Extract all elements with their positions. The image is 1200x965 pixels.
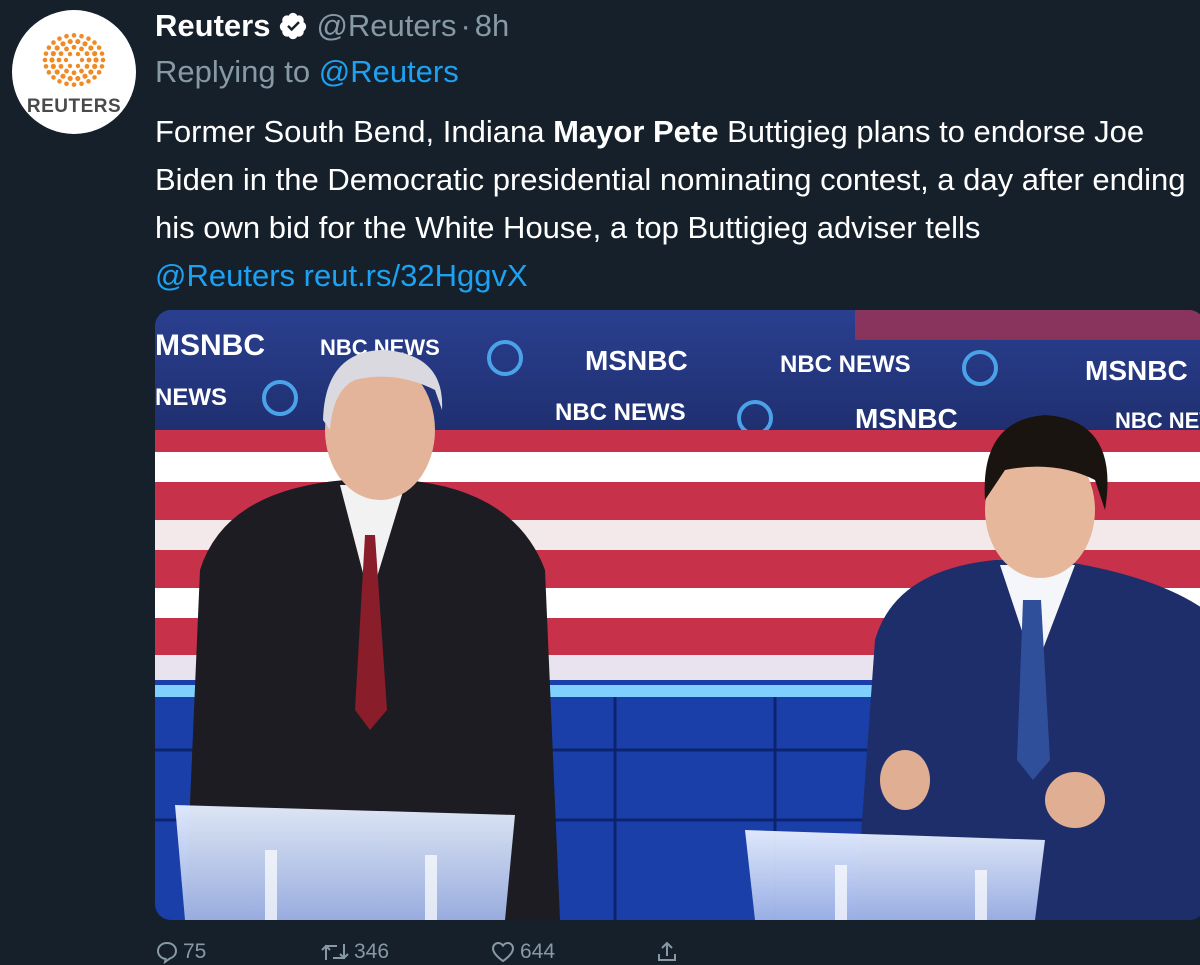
logo-dot: [84, 51, 90, 57]
logo-dot: [96, 45, 102, 50]
logo-dot: [67, 38, 73, 45]
verified-badge-icon: [280, 12, 307, 40]
retweet-button[interactable]: 346: [320, 936, 490, 965]
banner-label: NBC NEWS: [1115, 408, 1200, 433]
tweet-text-bold: Mayor Pete: [553, 114, 719, 149]
logo-dot: [99, 64, 105, 69]
debate-photo: MSNBC NEWS NBC NEWS MSNBC NBC NEWS MSNBC…: [155, 310, 1200, 920]
logo-dot: [75, 38, 81, 45]
banner-label: MSNBC: [855, 403, 958, 434]
logo-dot: [71, 33, 77, 38]
logo-dot: [92, 40, 97, 45]
retweet-icon: [321, 944, 349, 960]
logo-dot: [71, 70, 77, 76]
logo-dot: [51, 40, 56, 45]
logo-dot: [93, 57, 99, 63]
tweet-text-part: Former South Bend, Indiana: [155, 114, 554, 149]
logo-dot: [46, 45, 52, 50]
avatar-wordmark: REUTERS: [26, 96, 122, 117]
logo-dot: [46, 70, 52, 75]
banner-label: NBC NEWS: [555, 399, 686, 426]
logo-dot: [58, 51, 64, 57]
share-button[interactable]: [655, 936, 695, 965]
retweet-count: 346: [354, 940, 390, 963]
reply-count: 75: [183, 940, 207, 963]
logo-dot: [86, 36, 91, 41]
logo-dot: [57, 36, 62, 41]
logo-dot: [92, 75, 97, 80]
heart-icon: [491, 941, 515, 963]
logo-dot: [100, 57, 106, 63]
logo-dot: [88, 45, 94, 51]
logo-dot: [67, 63, 73, 69]
logo-dot: [96, 70, 102, 75]
logo-dot: [54, 69, 60, 75]
logo-dot: [64, 81, 69, 87]
like-count: 644: [520, 940, 556, 963]
header-separator: ·: [460, 8, 471, 43]
logo-dot: [79, 33, 84, 39]
banner-label: MSNBC: [155, 329, 265, 362]
reply-icon: [156, 941, 178, 964]
tweet-actions: 75 346 644: [155, 936, 695, 965]
logo-dot: [71, 44, 77, 50]
logo-dot: [75, 51, 81, 57]
logo-dot: [58, 63, 64, 69]
logo-dot: [64, 33, 69, 39]
logo-dot: [42, 57, 48, 63]
logo-dot: [79, 46, 84, 52]
author-name[interactable]: Reuters: [155, 8, 270, 44]
logo-dot: [50, 51, 56, 57]
tweet-media-photo[interactable]: MSNBC NEWS NBC NEWS MSNBC NBC NEWS MSNBC…: [155, 310, 1200, 920]
logo-dot: [67, 75, 73, 82]
tweet: REUTERS Reuters @Reuters · 8h Replying t…: [0, 0, 1200, 965]
tweet-url-link[interactable]: reut.rs/32HggvX: [304, 258, 528, 293]
logo-dot: [49, 57, 55, 63]
logo-dot: [79, 57, 85, 63]
logo-dot: [60, 73, 66, 79]
replying-to: Replying to @Reuters: [155, 54, 459, 90]
banner-label: MSNBC: [585, 345, 688, 376]
logo-dot: [63, 57, 69, 63]
logo-dot: [88, 69, 94, 75]
logo-dot: [64, 68, 69, 74]
logo-dot: [57, 79, 62, 84]
tweet-header: Reuters @Reuters · 8h: [155, 6, 509, 46]
logo-dot: [75, 75, 81, 82]
like-button[interactable]: 644: [490, 936, 655, 965]
author-handle[interactable]: @Reuters: [316, 8, 456, 44]
logo-dot: [43, 51, 49, 56]
logo-dot: [92, 51, 98, 57]
logo-dot: [43, 64, 49, 69]
tweet-mention-link[interactable]: @Reuters: [155, 258, 295, 293]
banner-label: NBC NEWS: [780, 351, 911, 378]
avatar[interactable]: REUTERS: [12, 10, 136, 134]
logo-dot: [64, 46, 69, 52]
logo-dot: [75, 63, 81, 69]
tweet-timestamp[interactable]: 8h: [475, 8, 509, 44]
logo-dot: [50, 63, 56, 69]
logo-dot: [79, 68, 84, 74]
share-icon: [658, 941, 676, 961]
banner-label: MSNBC: [1085, 355, 1188, 386]
logo-dot: [56, 57, 62, 63]
logo-dot: [84, 63, 90, 69]
logo-dot: [86, 79, 91, 84]
logo-dot: [86, 57, 92, 63]
logo-dot: [71, 82, 77, 87]
logo-dot: [60, 41, 66, 47]
tweet-text: Former South Bend, Indiana Mayor Pete Bu…: [155, 108, 1200, 300]
replying-to-label: Replying to: [155, 54, 319, 89]
logo-dot: [82, 73, 88, 79]
logo-dot: [82, 41, 88, 47]
reply-button[interactable]: 75: [155, 936, 320, 965]
logo-dot: [99, 51, 105, 56]
logo-dot: [79, 81, 84, 87]
logo-dot: [92, 63, 98, 69]
logo-dot: [67, 51, 73, 57]
logo-dot: [51, 75, 56, 80]
banner-label: NEWS: [155, 384, 227, 411]
replying-to-mention[interactable]: @Reuters: [319, 54, 459, 89]
logo-dot: [54, 45, 60, 51]
